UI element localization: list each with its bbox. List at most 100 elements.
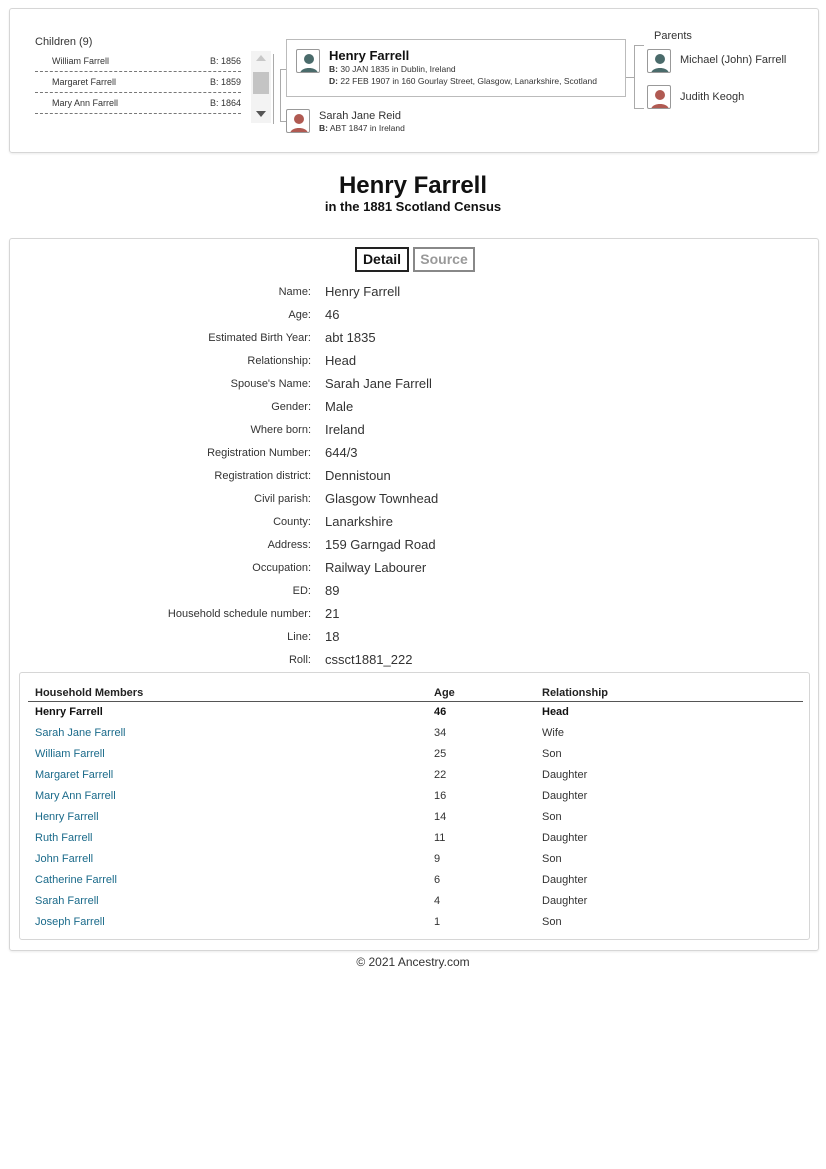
member-name-link[interactable]: Margaret Farrell [35,769,113,781]
member-age: 11 [434,832,446,844]
field-label: Relationship: [247,355,311,367]
field-value: 644/3 [325,445,358,460]
child-row[interactable]: William Farrell B: 1856 [35,51,241,72]
tree-connector [634,45,644,46]
field-value: Head [325,353,357,368]
page-subtitle: in the 1881 Scotland Census [324,199,502,214]
child-row[interactable]: Margaret Farrell B: 1859 [35,72,241,93]
table-row: Catherine Farrell 6 Daughter [20,874,809,894]
father-name[interactable]: Michael (John) Farrell [680,54,786,66]
field-value: 46 [325,307,340,322]
children-scrollbar[interactable] [251,51,271,123]
spouse-name[interactable]: Sarah Jane Reid [319,110,401,122]
child-name[interactable]: Mary Ann Farrell [52,98,118,108]
field-value: Male [325,399,354,414]
scroll-thumb[interactable] [253,72,269,94]
field-value: Railway Labourer [325,560,427,575]
birth-label: B: [329,64,338,74]
focus-person-card[interactable]: Henry Farrell B: 30 JAN 1835 in Dublin, … [286,39,626,97]
child-birth: B: 1856 [209,56,241,66]
children-list: William Farrell B: 1856 Margaret Farrell… [35,51,241,131]
member-age: 34 [434,727,447,739]
child-row[interactable]: Mary Ann Farrell B: 1864 [35,93,241,114]
column-header-age: Age [434,687,455,699]
child-birth: B: 1864 [209,98,241,108]
mother-name[interactable]: Judith Keogh [680,91,744,103]
death-value: 22 FEB 1907 in 160 Gourlay Street, Glasg… [340,76,597,86]
member-name-link[interactable]: John Farrell [35,853,93,865]
field-label: Spouse's Name: [230,378,311,390]
field-label: ED: [292,585,311,597]
child-name[interactable]: William Farrell [52,56,109,66]
member-age: 25 [434,748,447,760]
member-name-link[interactable]: Catherine Farrell [35,874,117,886]
tree-connector [280,69,281,122]
field-value: 89 [325,583,340,598]
field-label: Registration district: [214,470,311,482]
field-value: cssct1881_222 [325,652,413,667]
member-name-link[interactable]: Sarah Farrell [35,895,99,907]
member-name-link[interactable]: Sarah Jane Farrell [35,727,126,739]
field-label: Gender: [271,401,311,413]
field-value: 18 [325,629,340,644]
death-label: D: [329,76,338,86]
header-divider [28,701,803,702]
member-name-link[interactable]: William Farrell [35,748,105,760]
member-name-link[interactable]: Ruth Farrell [35,832,92,844]
field-row-civil-parish: Civil parish: Glasgow Townhead [10,490,818,510]
member-name-link[interactable]: Joseph Farrell [35,916,105,928]
person-name[interactable]: Henry Farrell [329,48,409,63]
field-row-relationship: Relationship: Head [10,352,818,372]
tree-connector [273,54,274,124]
field-value: 21 [325,606,340,621]
member-relationship: Head [542,706,569,718]
field-label: County: [273,516,311,528]
field-label: Estimated Birth Year: [208,332,311,344]
spouse-birth: B: ABT 1847 in Ireland [319,123,405,133]
male-avatar-icon[interactable] [647,49,671,73]
tab-source[interactable]: Source [413,247,475,272]
children-title: Children (9) [35,36,93,48]
member-relationship: Daughter [542,895,588,907]
member-age: 6 [434,874,441,886]
member-relationship: Son [542,748,562,760]
tab-detail[interactable]: Detail [355,247,409,272]
field-label: Household schedule number: [167,608,311,620]
field-value: Lanarkshire [325,514,393,529]
person-birth: B: 30 JAN 1835 in Dublin, Ireland [329,64,456,74]
table-row: Sarah Jane Farrell 34 Wife [20,727,809,747]
child-name[interactable]: Margaret Farrell [52,77,116,87]
member-relationship: Daughter [542,769,588,781]
table-row: Henry Farrell 14 Son [20,811,809,831]
member-name-link[interactable]: Henry Farrell [35,811,99,823]
household-members-table: Household Members Age Relationship Henry… [19,672,810,940]
family-tree-panel: Children (9) William Farrell B: 1856 Mar… [9,8,819,153]
field-row-household-schedule: Household schedule number: 21 [10,605,818,625]
scroll-up-arrow-icon[interactable] [256,55,266,61]
table-row: Henry Farrell 46 Head [20,706,809,726]
field-label: Civil parish: [254,493,311,505]
member-age: 14 [434,811,447,823]
field-row-gender: Gender: Male [10,398,818,418]
member-name-link[interactable]: Mary Ann Farrell [35,790,116,802]
member-relationship: Wife [542,727,564,739]
member-relationship: Son [542,853,562,865]
female-avatar-icon[interactable] [286,109,310,133]
field-label: Roll: [288,654,311,666]
copyright-footer: © 2021 Ancestry.com [356,955,470,969]
field-label: Registration Number: [207,447,311,459]
female-avatar-icon[interactable] [647,85,671,109]
member-relationship: Daughter [542,874,588,886]
field-value: Glasgow Townhead [325,491,439,506]
field-value: 159 Garngad Road [325,537,436,552]
field-label: Where born: [250,424,311,436]
field-row-age: Age: 46 [10,306,818,326]
column-header-relationship: Relationship [542,687,609,699]
scroll-down-arrow-icon[interactable] [256,111,266,117]
table-row: Joseph Farrell 1 Son [20,916,809,936]
field-value: Henry Farrell [325,284,401,299]
field-row-name: Name: Henry Farrell [10,283,818,303]
member-age: 22 [434,769,447,781]
field-value: Ireland [325,422,365,437]
child-birth: B: 1859 [209,77,241,87]
